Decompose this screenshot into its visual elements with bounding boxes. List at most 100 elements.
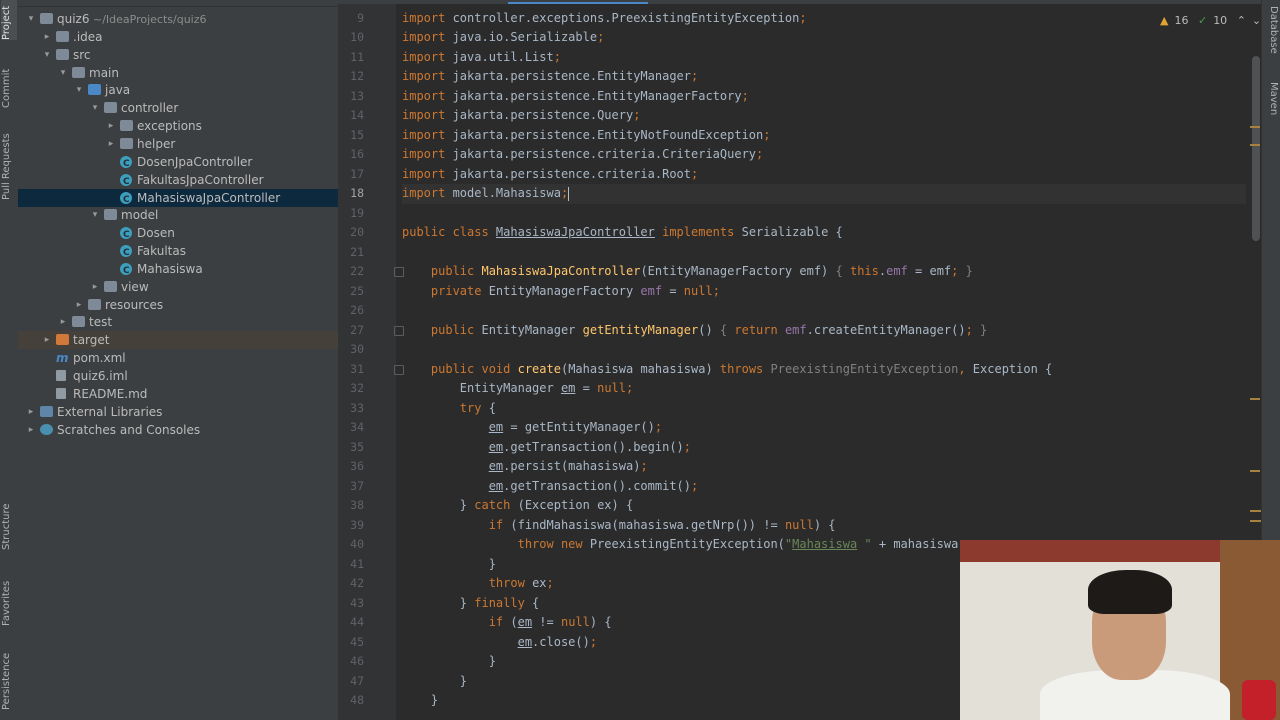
tree-item-exceptions[interactable]: ▸ exceptions bbox=[18, 117, 338, 135]
code-line[interactable]: } finally { bbox=[402, 594, 539, 614]
tree-item-idea[interactable]: ▸ .idea bbox=[18, 28, 338, 46]
chevron-down-icon[interactable]: ▾ bbox=[90, 206, 100, 224]
tool-tab-pull-requests[interactable]: Pull Requests bbox=[1, 122, 17, 200]
tree-item-mahasiswa[interactable]: Mahasiswa bbox=[18, 260, 338, 280]
tool-tab-maven[interactable]: Maven bbox=[1263, 82, 1279, 118]
code-line[interactable]: import jakarta.persistence.EntityManager… bbox=[402, 87, 749, 107]
tree-item-model[interactable]: ▾ model bbox=[18, 206, 338, 224]
code-line[interactable]: import jakarta.persistence.Query; bbox=[402, 106, 640, 126]
line-number: 15 bbox=[350, 127, 364, 142]
tree-item-src[interactable]: ▾ src bbox=[18, 46, 338, 64]
tree-item-view[interactable]: ▸ view bbox=[18, 278, 338, 296]
code-line[interactable]: import jakarta.persistence.criteria.Crit… bbox=[402, 145, 763, 165]
tree-item-mahasiswajpacontroller[interactable]: MahasiswaJpaController bbox=[18, 188, 338, 209]
tree-item-path: ~/IdeaProjects/quiz6 bbox=[89, 13, 207, 26]
tool-tab-commit[interactable]: Commit bbox=[1, 56, 17, 108]
code-line[interactable]: } catch (Exception ex) { bbox=[402, 496, 633, 516]
code-line[interactable]: em.close(); bbox=[402, 633, 597, 653]
code-line[interactable]: if (findMahasiswa(mahasiswa.getNrp()) !=… bbox=[402, 516, 836, 536]
chevron-down-icon[interactable]: ▾ bbox=[58, 64, 68, 82]
line-number: 17 bbox=[350, 166, 364, 181]
tool-tab-database[interactable]: Database bbox=[1263, 6, 1279, 56]
code-line[interactable]: public class MahasiswaJpaController impl… bbox=[402, 223, 843, 243]
tree-item-scratches-and-consoles[interactable]: ▸ Scratches and Consoles bbox=[18, 421, 338, 439]
tree-item-quiz6[interactable]: ▾ quiz6 ~/IdeaProjects/quiz6 bbox=[18, 10, 338, 28]
code-line[interactable]: } bbox=[402, 555, 496, 575]
tree-item-quiz6-iml[interactable]: quiz6.iml bbox=[18, 367, 338, 385]
code-line[interactable]: import jakarta.persistence.EntityManager… bbox=[402, 67, 698, 87]
chevron-right-icon[interactable]: ▸ bbox=[58, 313, 68, 331]
stripe-mark[interactable] bbox=[1250, 144, 1260, 146]
tree-item-external-libraries[interactable]: ▸ External Libraries bbox=[18, 403, 338, 421]
chevron-down-icon[interactable]: ⌄ bbox=[1252, 14, 1261, 27]
code-line[interactable]: if (em != null) { bbox=[402, 613, 612, 633]
code-token: () bbox=[698, 322, 720, 337]
chevron-up-icon[interactable]: ⌃ bbox=[1237, 14, 1246, 27]
code-line[interactable]: import controller.exceptions.Preexisting… bbox=[402, 9, 807, 29]
folder-icon bbox=[56, 334, 69, 346]
chevron-right-icon[interactable]: ▸ bbox=[42, 331, 52, 349]
code-line[interactable]: public EntityManager getEntityManager() … bbox=[402, 321, 987, 341]
code-line[interactable]: public MahasiswaJpaController(EntityMana… bbox=[402, 262, 973, 282]
tool-tab-persistence[interactable]: Persistence bbox=[1, 640, 17, 710]
chevron-down-icon[interactable]: ▾ bbox=[90, 99, 100, 117]
tree-item-pom-xml[interactable]: m pom.xml bbox=[18, 349, 338, 367]
tree-item-dosenjpacontroller[interactable]: DosenJpaController bbox=[18, 153, 338, 173]
code-line[interactable]: private EntityManagerFactory emf = null; bbox=[402, 282, 720, 302]
code-line[interactable]: import jakarta.persistence.criteria.Root… bbox=[402, 165, 698, 185]
code-token: Serializable { bbox=[741, 225, 843, 239]
code-line[interactable]: } bbox=[402, 652, 496, 672]
tree-item-test[interactable]: ▸ test bbox=[18, 313, 338, 331]
tool-tab-structure[interactable]: Structure bbox=[1, 492, 17, 550]
code-line[interactable]: EntityManager em = null; bbox=[402, 379, 633, 399]
code-line[interactable]: import model.Mahasiswa; bbox=[402, 184, 1246, 204]
tree-item-java[interactable]: ▾ java bbox=[18, 81, 338, 99]
chevron-right-icon[interactable]: ▸ bbox=[106, 117, 116, 135]
code-line[interactable]: public void create(Mahasiswa mahasiswa) … bbox=[402, 360, 1052, 380]
chevron-down-icon[interactable]: ▾ bbox=[42, 46, 52, 64]
tree-item-fakultasjpacontroller[interactable]: FakultasJpaController bbox=[18, 171, 338, 191]
code-line[interactable]: throw ex; bbox=[402, 574, 554, 594]
tool-tab-favorites[interactable]: Favorites bbox=[1, 568, 17, 626]
chevron-right-icon[interactable]: ▸ bbox=[106, 135, 116, 153]
tree-item-main[interactable]: ▾ main bbox=[18, 64, 338, 82]
tree-item-readme-md[interactable]: README.md bbox=[18, 385, 338, 403]
tool-tab-project[interactable]: Project bbox=[1, 0, 17, 40]
tree-item-target[interactable]: ▸ target bbox=[18, 331, 338, 350]
code-line[interactable]: throw new PreexistingEntityException("Ma… bbox=[402, 535, 980, 555]
chevron-down-icon[interactable]: ▾ bbox=[74, 81, 84, 99]
inspection-widget[interactable]: ▲ 16 ✓ 10 ⌃ ⌄ bbox=[1160, 12, 1267, 30]
code-line[interactable]: import java.util.List; bbox=[402, 48, 561, 68]
chevron-right-icon[interactable]: ▸ bbox=[26, 421, 36, 439]
tree-item-label: main bbox=[89, 64, 119, 82]
tree-item-resources[interactable]: ▸ resources bbox=[18, 296, 338, 314]
code-line[interactable]: import java.io.Serializable; bbox=[402, 28, 604, 48]
tree-item-name: Mahasiswa bbox=[137, 261, 203, 276]
tree-item-name: DosenJpaController bbox=[137, 154, 253, 169]
code-token: (findMahasiswa(mahasiswa.getNrp()) != bbox=[510, 517, 785, 532]
folder-icon bbox=[88, 298, 101, 310]
code-token: ; bbox=[756, 147, 764, 161]
tree-item-controller[interactable]: ▾ controller bbox=[18, 99, 338, 117]
chevron-right-icon[interactable]: ▸ bbox=[90, 278, 100, 296]
tree-item-fakultas[interactable]: Fakultas bbox=[18, 242, 338, 262]
chevron-down-icon[interactable]: ▾ bbox=[26, 10, 36, 28]
code-line[interactable]: em.persist(mahasiswa); bbox=[402, 457, 648, 477]
chevron-right-icon[interactable]: ▸ bbox=[26, 403, 36, 421]
code-line[interactable]: em = getEntityManager(); bbox=[402, 418, 662, 438]
code-line[interactable]: } bbox=[402, 691, 438, 711]
stripe-mark[interactable] bbox=[1250, 398, 1260, 400]
chevron-right-icon[interactable]: ▸ bbox=[42, 28, 52, 46]
code-line[interactable]: em.getTransaction().commit(); bbox=[402, 477, 699, 497]
stripe-mark[interactable] bbox=[1250, 126, 1260, 128]
tree-item-label: FakultasJpaController bbox=[137, 171, 264, 189]
chevron-right-icon[interactable]: ▸ bbox=[74, 296, 84, 314]
tree-item-label: model bbox=[121, 206, 158, 224]
tree-item-dosen[interactable]: Dosen bbox=[18, 224, 338, 244]
code-line[interactable]: import jakarta.persistence.EntityNotFoun… bbox=[402, 126, 770, 146]
code-line[interactable]: } bbox=[402, 672, 467, 692]
code-line[interactable]: try { bbox=[402, 399, 496, 419]
stripe-mark[interactable] bbox=[1250, 470, 1260, 472]
code-line[interactable]: em.getTransaction().begin(); bbox=[402, 438, 691, 458]
tree-item-helper[interactable]: ▸ helper bbox=[18, 135, 338, 153]
